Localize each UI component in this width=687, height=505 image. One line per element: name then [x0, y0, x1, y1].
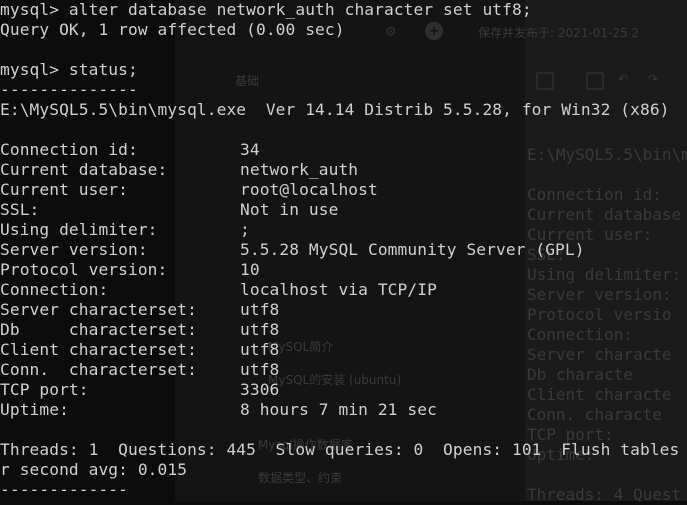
stats-line: Threads: 1 Questions: 445 Slow queries: … [0, 440, 680, 459]
status-row-uptime: Uptime: 8 hours 7 min 21 sec [0, 400, 687, 420]
stats-line: r second avg: 0.015 [0, 460, 188, 479]
status-label: Db characterset: [0, 320, 197, 339]
status-value: utf8 [240, 340, 280, 359]
status-label: SSL: [0, 200, 40, 219]
status-label: Client characterset: [0, 340, 197, 359]
client-info: E:\MySQL5.5\bin\mysql.exe Ver 14.14 Dist… [0, 100, 670, 119]
status-row-conn-charset: Conn. characterset: utf8 [0, 360, 687, 380]
status-value: utf8 [240, 360, 280, 379]
mysql-terminal[interactable]: mysql> alter database network_auth chara… [0, 0, 687, 500]
status-value: 34 [240, 140, 260, 159]
status-label: Using delimiter: [0, 220, 158, 239]
status-value: Not in use [240, 200, 339, 219]
status-label: Current user: [0, 180, 128, 199]
status-label: Server version: [0, 240, 148, 259]
status-value: network_auth [240, 160, 359, 179]
status-row-server-charset: Server characterset: utf8 [0, 300, 687, 320]
status-value: utf8 [240, 300, 280, 319]
status-row-db-charset: Db characterset: utf8 [0, 320, 687, 340]
status-label: Connection id: [0, 140, 138, 159]
status-value: 5.5.28 MySQL Community Server (GPL) [240, 240, 585, 259]
status-value: localhost via TCP/IP [240, 280, 437, 299]
status-row-delimiter: Using delimiter: ; [0, 220, 687, 240]
separator: ------------- [0, 480, 128, 499]
status-row-connection-id: Connection id: 34 [0, 140, 687, 160]
status-value: utf8 [240, 320, 280, 339]
status-value: 8 hours 7 min 21 sec [240, 400, 437, 419]
status-row-current-database: Current database: network_auth [0, 160, 687, 180]
status-label: TCP port: [0, 380, 89, 399]
status-label: Current database: [0, 160, 168, 179]
query-result: Query OK, 1 row affected (0.00 sec) [0, 20, 345, 39]
status-label: Protocol version: [0, 260, 168, 279]
status-row-current-user: Current user: root@localhost [0, 180, 687, 200]
status-row-protocol-version: Protocol version: 10 [0, 260, 687, 280]
status-value: root@localhost [240, 180, 378, 199]
separator: -------------- [0, 80, 138, 99]
status-value: ; [240, 220, 250, 239]
status-value: 10 [240, 260, 260, 279]
status-row-server-version: Server version: 5.5.28 MySQL Community S… [0, 240, 687, 260]
status-row-connection: Connection: localhost via TCP/IP [0, 280, 687, 300]
command-line: mysql> status; [0, 60, 138, 79]
status-label: Server characterset: [0, 300, 197, 319]
status-row-ssl: SSL: Not in use [0, 200, 687, 220]
status-label: Connection: [0, 280, 109, 299]
status-row-client-charset: Client characterset: utf8 [0, 340, 687, 360]
status-value: 3306 [240, 380, 280, 399]
command-line: mysql> alter database network_auth chara… [0, 0, 532, 19]
status-row-tcp-port: TCP port: 3306 [0, 380, 687, 400]
status-label: Uptime: [0, 400, 69, 419]
status-label: Conn. characterset: [0, 360, 197, 379]
